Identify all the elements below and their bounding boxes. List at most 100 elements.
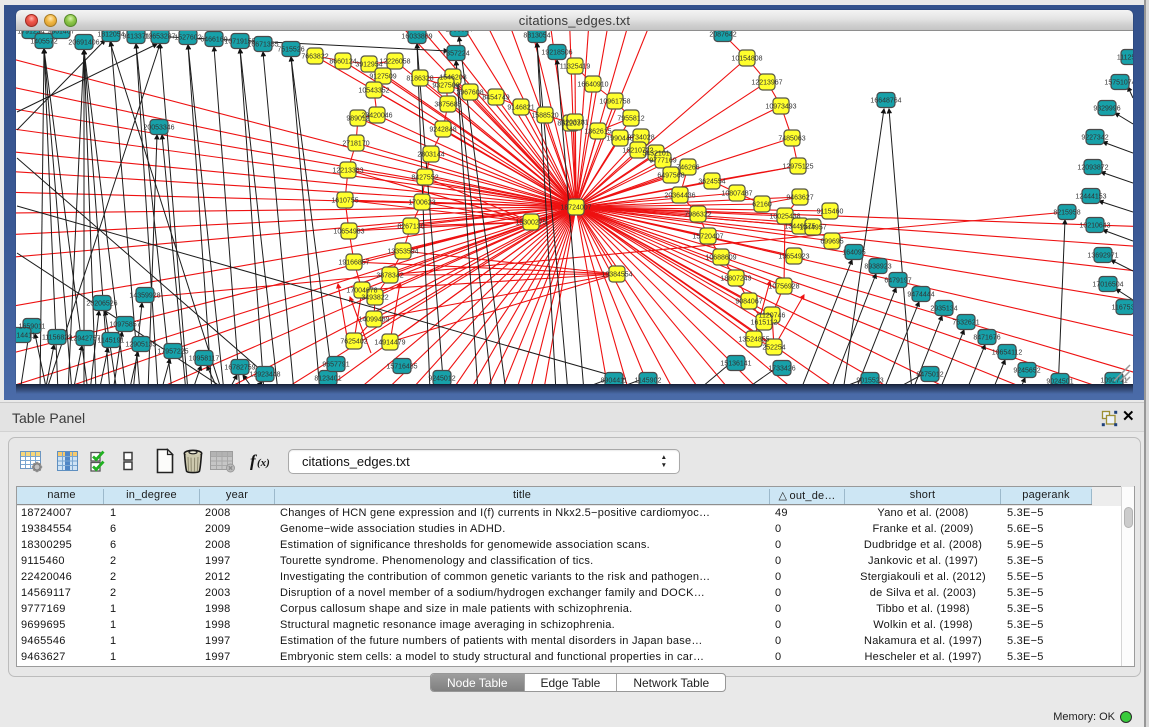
svg-text:10653287: 10653287 <box>144 34 175 41</box>
svg-text:19166857: 19166857 <box>338 260 369 267</box>
svg-text:1546208: 1546208 <box>439 75 466 82</box>
svg-text:8215958: 8215958 <box>1053 210 1080 217</box>
svg-text:5432101: 5432101 <box>642 151 669 158</box>
svg-text:1733426: 1733426 <box>768 366 795 373</box>
svg-text:11325419: 11325419 <box>560 64 591 71</box>
svg-text:7632621: 7632621 <box>952 320 979 327</box>
svg-text:17016504: 17016504 <box>1092 282 1123 289</box>
svg-text:9146821: 9146821 <box>507 105 534 112</box>
svg-text:8123401: 8123401 <box>314 376 341 383</box>
svg-text:8267130: 8267130 <box>397 224 424 231</box>
svg-text:13353594: 13353594 <box>387 249 418 256</box>
svg-text:20691406: 20691406 <box>68 40 99 47</box>
svg-text:1362615: 1362615 <box>584 129 611 136</box>
svg-text:7955812: 7955812 <box>617 116 644 123</box>
svg-text:16640910: 16640910 <box>577 82 608 89</box>
svg-text:10961758: 10961758 <box>599 99 630 106</box>
svg-text:17957225: 17957225 <box>157 349 188 356</box>
svg-text:10154808: 10154808 <box>731 56 762 63</box>
svg-text:1610755: 1610755 <box>331 198 358 205</box>
svg-text:6479197: 6479197 <box>884 278 911 285</box>
svg-text:9245652: 9245652 <box>1013 368 1040 375</box>
svg-text:1659011: 1659011 <box>19 324 46 331</box>
svg-text:15136141: 15136141 <box>720 361 751 368</box>
svg-text:2803144: 2803144 <box>417 152 444 159</box>
svg-text:1615112: 1615112 <box>751 320 778 327</box>
svg-text:8186328: 8186328 <box>406 76 433 83</box>
svg-text:1903324: 1903324 <box>445 31 472 34</box>
svg-text:12226058: 12226058 <box>379 59 410 66</box>
svg-text:1700623: 1700623 <box>408 200 435 207</box>
svg-text:252254: 252254 <box>762 345 785 352</box>
svg-text:13524855: 13524855 <box>738 337 769 344</box>
svg-text:9777169: 9777169 <box>649 158 676 165</box>
svg-text:14914479: 14914479 <box>374 340 405 347</box>
svg-text:13692971: 13692971 <box>1087 253 1118 260</box>
svg-text:10543352: 10543352 <box>358 88 389 95</box>
svg-text:7357224: 7357224 <box>442 51 469 58</box>
svg-text:3914411: 3914411 <box>16 333 35 340</box>
svg-text:7986322: 7986322 <box>684 212 711 219</box>
svg-text:8475012: 8475012 <box>916 372 943 379</box>
svg-text:9242848: 9242848 <box>429 127 456 134</box>
svg-text:18724007: 18724007 <box>560 205 591 212</box>
svg-text:12905135: 12905135 <box>125 342 156 349</box>
svg-text:2935134: 2935134 <box>930 306 957 313</box>
svg-text:9734028: 9734028 <box>627 135 654 142</box>
svg-text:15751074: 15751074 <box>1104 80 1133 87</box>
svg-text:8938923: 8938923 <box>864 264 891 271</box>
svg-text:4203781: 4203781 <box>561 120 588 127</box>
svg-text:2087642: 2087642 <box>709 32 736 39</box>
svg-text:16648764: 16648764 <box>870 98 901 105</box>
svg-text:20053346: 20053346 <box>143 125 174 132</box>
svg-text:1405572: 1405572 <box>30 39 57 46</box>
svg-text:8427552: 8427552 <box>411 175 438 182</box>
svg-text:11156829: 11156829 <box>42 335 72 342</box>
svg-text:10756928: 10756928 <box>768 284 799 291</box>
svg-text:8660124: 8660124 <box>329 59 356 66</box>
svg-text:9657791: 9657791 <box>322 362 349 369</box>
svg-text:16782759: 16782759 <box>224 365 255 372</box>
svg-text:12942757: 12942757 <box>69 336 100 343</box>
svg-text:10807487: 10807487 <box>721 191 752 198</box>
svg-text:16671355: 16671355 <box>247 42 278 49</box>
svg-text:15720407: 15720407 <box>692 234 723 241</box>
svg-text:14359928: 14359928 <box>129 293 160 300</box>
svg-text:1791234: 1791234 <box>17 31 44 36</box>
svg-text:20206526: 20206526 <box>86 301 117 308</box>
svg-text:1812054: 1812054 <box>97 32 124 39</box>
svg-text:10975857: 10975857 <box>109 322 140 329</box>
svg-text:8454749: 8454749 <box>482 95 509 102</box>
svg-text:2718170: 2718170 <box>342 141 369 148</box>
svg-text:10688609: 10688609 <box>705 255 736 262</box>
svg-text:1344957: 1344957 <box>799 225 826 232</box>
svg-text:8904411: 8904411 <box>601 378 628 385</box>
svg-text:12444153: 12444153 <box>1075 194 1106 201</box>
svg-text:10025438: 10025438 <box>769 214 800 221</box>
svg-text:15716485: 15716485 <box>386 364 417 371</box>
svg-text:10654983: 10654983 <box>333 229 364 236</box>
svg-text:1145902: 1145902 <box>635 378 662 385</box>
svg-text:9015523: 9015523 <box>856 378 883 385</box>
svg-text:19218506: 19218506 <box>541 50 572 57</box>
svg-text:699695: 699695 <box>820 239 843 246</box>
svg-text:16033809: 16033809 <box>401 34 432 41</box>
svg-text:20364436: 20364436 <box>664 193 695 200</box>
svg-text:7515526: 7515526 <box>277 47 304 54</box>
svg-text:3878342: 3878342 <box>376 273 403 280</box>
svg-text:18807249: 18807249 <box>720 276 751 283</box>
svg-text:9245012: 9245012 <box>428 376 455 383</box>
svg-text:9084067: 9084067 <box>735 299 762 306</box>
svg-text:3875685: 3875685 <box>434 102 461 109</box>
svg-text:19654923: 19654923 <box>778 254 809 261</box>
svg-text:10654112: 10654112 <box>992 350 1023 357</box>
svg-text:(x): (x) <box>257 457 270 469</box>
svg-text:7625402: 7625402 <box>340 339 367 346</box>
svg-text:19384554: 19384554 <box>601 272 632 279</box>
svg-text:9327508: 9327508 <box>432 83 459 90</box>
svg-text:1527602: 1527602 <box>174 35 201 42</box>
svg-text:9115460: 9115460 <box>817 209 844 216</box>
svg-text:9329996: 9329996 <box>1093 106 1120 113</box>
svg-text:1120746: 1120746 <box>759 313 786 320</box>
svg-text:746266: 746266 <box>676 165 699 172</box>
